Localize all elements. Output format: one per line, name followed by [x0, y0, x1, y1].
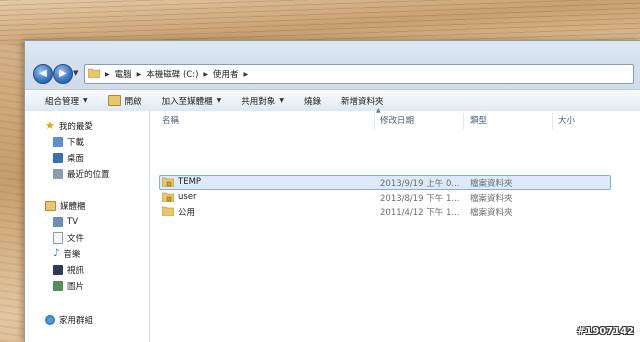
sidebar-item-desktop[interactable]: 桌面	[53, 151, 84, 164]
chevron-right-icon[interactable]: ▶	[105, 71, 110, 78]
sidebar-item-recent-places[interactable]: 最近的位置	[53, 167, 110, 180]
chevron-down-icon: ▼	[279, 97, 284, 104]
recent-pages-dropdown[interactable]: ▼	[73, 69, 78, 77]
sort-arrow-icon: ▲	[376, 107, 381, 114]
column-divider[interactable]	[374, 113, 375, 129]
breadcrumb-users[interactable]: 使用者	[213, 68, 239, 80]
file-date: 2013/8/19 下午 1...	[380, 194, 460, 204]
pictures-icon	[53, 280, 63, 291]
share-with-button[interactable]: 共用對象 ▼	[231, 90, 294, 111]
downloads-icon	[53, 136, 63, 147]
table-row[interactable]: user 2013/8/19 下午 1... 檔案資料夾	[160, 191, 610, 204]
command-bar: 組合管理 ▼ 開啟 加入至媒體櫃 ▼ 共用對象 ▼ 燒錄 新增資料夾	[25, 89, 640, 112]
file-name: TEMP	[178, 177, 202, 187]
sidebar-item-tv[interactable]: TV	[53, 215, 78, 228]
breadcrumb: ▶ 電腦 ▶ 本機磁碟 (C:) ▶ 使用者 ▶	[105, 68, 248, 80]
column-header-date[interactable]: 修改日期	[380, 114, 414, 128]
organize-label: 組合管理	[45, 96, 80, 107]
back-arrow-icon: ◀	[39, 68, 47, 79]
sidebar-item-label: 我的最愛	[58, 121, 93, 132]
chevron-right-icon[interactable]: ▶	[203, 71, 208, 78]
sidebar-item-label: 媒體櫃	[60, 201, 86, 212]
libraries-icon	[45, 200, 56, 211]
burn-label: 燒錄	[303, 96, 321, 107]
file-type: 檔案資料夾	[470, 194, 513, 204]
tv-icon	[53, 216, 63, 227]
folder-icon	[88, 68, 100, 78]
column-divider[interactable]	[463, 113, 464, 129]
forward-button[interactable]: ▶	[53, 64, 73, 84]
open-folder-icon	[107, 95, 121, 106]
column-header-size[interactable]: 大小	[558, 114, 575, 128]
homegroup-icon	[45, 314, 55, 325]
file-name: user	[178, 192, 197, 202]
sidebar-item-label: 文件	[67, 233, 85, 244]
back-button[interactable]: ◀	[33, 64, 53, 84]
sidebar-item-label: 音樂	[63, 249, 81, 260]
sidebar-item-videos[interactable]: 視訊	[53, 263, 84, 276]
title-bar: ◀ ▶ ▼ ▶ 電腦 ▶ 本機磁碟 (C:) ▶ 使用者 ▶	[25, 41, 640, 89]
navigation-pane: ★ 我的最愛 下載 桌面 最近的位置 媒體櫃 TV 文件 ♪ 音樂 視訊 圖片 …	[25, 111, 150, 342]
column-header-type[interactable]: 類型	[470, 114, 487, 128]
burn-button[interactable]: 燒錄	[294, 90, 331, 111]
sidebar-item-label: 圖片	[67, 281, 85, 292]
sidebar-item-label: TV	[67, 216, 79, 227]
sidebar-item-downloads[interactable]: 下載	[53, 135, 84, 148]
documents-icon	[53, 231, 63, 244]
music-note-icon: ♪	[53, 248, 60, 259]
folder-lock-icon	[162, 177, 174, 187]
chevron-down-icon: ▼	[83, 97, 88, 104]
add-to-library-label: 加入至媒體櫃	[161, 96, 213, 107]
sidebar-item-libraries[interactable]: 媒體櫃	[45, 199, 86, 212]
folder-lock-icon	[162, 192, 174, 202]
chevron-right-icon[interactable]: ▶	[244, 71, 249, 78]
desktop-icon	[53, 152, 63, 163]
sidebar-item-music[interactable]: ♪ 音樂	[53, 247, 80, 260]
address-bar[interactable]: ▶ 電腦 ▶ 本機磁碟 (C:) ▶ 使用者 ▶	[84, 64, 634, 84]
sidebar-item-homegroup[interactable]: 家用群組	[45, 313, 93, 326]
file-date: 2013/9/19 上午 0...	[380, 179, 460, 189]
organize-button[interactable]: 組合管理 ▼	[25, 90, 98, 111]
column-header-name[interactable]: 名稱	[162, 114, 179, 128]
sidebar-item-label: 家用群組	[59, 315, 94, 326]
file-type: 檔案資料夾	[470, 179, 513, 189]
open-button[interactable]: 開啟	[98, 90, 152, 111]
file-type: 檔案資料夾	[470, 208, 513, 218]
table-row[interactable]: TEMP 2013/9/19 上午 0... 檔案資料夾	[159, 175, 611, 190]
explorer-window: ◀ ▶ ▼ ▶ 電腦 ▶ 本機磁碟 (C:) ▶ 使用者 ▶ 組合管理 ▼ 開啟…	[24, 40, 640, 342]
desktop-wallpaper	[0, 0, 640, 45]
share-with-label: 共用對象	[241, 96, 276, 107]
new-folder-label: 新增資料夾	[340, 96, 384, 107]
new-folder-button[interactable]: 新增資料夾	[331, 90, 394, 111]
star-icon: ★	[45, 119, 55, 132]
sidebar-item-pictures[interactable]: 圖片	[53, 279, 84, 292]
sidebar-item-favorites[interactable]: ★ 我的最愛	[45, 119, 93, 132]
chevron-down-icon: ▼	[216, 97, 222, 104]
file-name: 公用	[178, 208, 196, 218]
breadcrumb-computer[interactable]: 電腦	[115, 68, 132, 80]
recent-places-icon	[53, 168, 63, 179]
watermark: #1907142	[576, 326, 634, 337]
file-date: 2011/4/12 下午 1...	[380, 208, 460, 218]
breadcrumb-local-disk[interactable]: 本機磁碟 (C:)	[146, 68, 198, 80]
table-row[interactable]: 公用 2011/4/12 下午 1... 檔案資料夾	[160, 205, 610, 218]
file-list: ▲ 名稱 修改日期 類型 大小 TEMP 2013/9/19 上午 0... 檔…	[150, 107, 640, 342]
chevron-right-icon[interactable]: ▶	[137, 71, 142, 78]
add-to-library-button[interactable]: 加入至媒體櫃 ▼	[152, 90, 232, 111]
open-label: 開啟	[124, 96, 142, 107]
forward-arrow-icon: ▶	[59, 68, 67, 79]
sidebar-item-label: 桌面	[67, 153, 85, 164]
sidebar-item-documents[interactable]: 文件	[53, 231, 84, 244]
column-divider[interactable]	[552, 113, 553, 129]
sidebar-item-label: 下載	[67, 137, 85, 148]
sidebar-item-label: 視訊	[67, 265, 85, 276]
sidebar-item-label: 最近的位置	[67, 169, 110, 180]
folder-icon	[162, 206, 174, 216]
video-icon	[53, 264, 63, 275]
